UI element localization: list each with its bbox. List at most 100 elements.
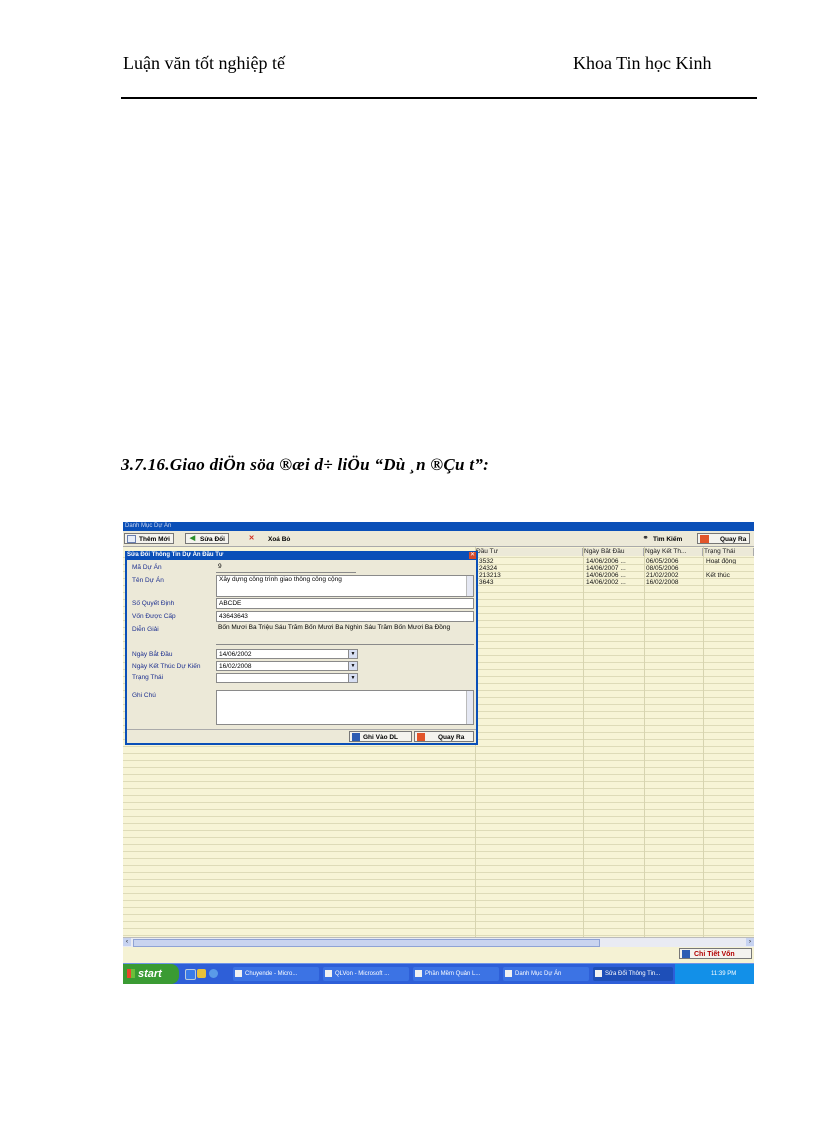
toolbar: Thêm Mới ◀ Sửa Đổi ✕ Xoá Bỏ ⚭ Tìm Kiếm Q… <box>123 531 754 547</box>
section-caption: 3.7.16.Giao diÖn söa ®æi d÷ liÖu “Dù ¸n … <box>121 455 490 474</box>
task-label: Phần Mềm Quản L... <box>425 971 481 977</box>
field-ten-du-an[interactable]: Xây dựng công trình giao thông công cộng <box>216 575 474 597</box>
taskbar: start Chuyende - Micro... QLVon - Micros… <box>123 963 754 984</box>
field-ngay-ket-thuc[interactable]: 16/02/2008 ▼ <box>216 661 358 671</box>
grid-line <box>123 809 754 810</box>
task-label: Danh Mục Dự Án <box>515 971 562 977</box>
grid-line <box>123 907 754 908</box>
edit-button[interactable]: ◀ Sửa Đổi <box>185 533 229 544</box>
word-icon <box>235 970 242 977</box>
ie-icon[interactable] <box>185 969 196 980</box>
grid-line <box>123 928 754 929</box>
header-left: Luận văn tốt nghiệp tế <box>123 53 285 73</box>
grid-line <box>123 802 754 803</box>
field-trang-thai[interactable]: ▼ <box>216 673 358 683</box>
start-label: start <box>138 968 162 980</box>
edit-dialog: Sửa Đổi Thông Tin Dự Án Đầu Tư ✕ Mã Dự Á… <box>125 551 478 745</box>
grid-line <box>123 788 754 789</box>
exit-icon <box>417 733 425 741</box>
system-tray: 11:39 PM <box>675 964 754 984</box>
grid-line <box>123 872 754 873</box>
grid-line <box>123 858 754 859</box>
divider <box>127 729 476 730</box>
grid-line <box>123 823 754 824</box>
edit-label: Sửa Đổi <box>200 536 225 543</box>
scroll-right-icon[interactable]: › <box>746 938 754 946</box>
chevron-down-icon[interactable]: ▼ <box>348 650 357 658</box>
scroll-thumb[interactable] <box>133 939 600 947</box>
dialog-title: Sửa Đổi Thông Tin Dự Án Đầu Tư <box>125 551 478 560</box>
field-ngay-ket-thuc-text: 16/02/2008 <box>219 663 252 670</box>
edit-icon: ◀ <box>189 535 196 542</box>
folder-icon[interactable] <box>197 969 206 978</box>
label-ma-du-an: Mã Dự Án <box>132 564 162 571</box>
vertical-scrollbar[interactable] <box>466 691 473 724</box>
column-header-dau-tu[interactable]: Đầu Tư <box>475 548 583 556</box>
horizontal-scrollbar[interactable]: ‹ › <box>123 937 754 947</box>
back-button[interactable]: Quay Ra <box>697 533 751 544</box>
grid-line <box>123 795 754 796</box>
grid-line <box>123 837 754 838</box>
delete-button[interactable]: ✕ Xoá Bỏ <box>244 533 294 544</box>
field-ghi-chu[interactable] <box>216 690 474 725</box>
search-button[interactable]: ⚭ Tìm Kiếm <box>638 533 686 544</box>
field-von-duoc-cap[interactable]: 43643643 <box>216 611 474 622</box>
close-icon[interactable]: ✕ <box>469 552 476 559</box>
media-icon[interactable] <box>209 969 218 978</box>
field-ngay-bat-dau[interactable]: 14/06/2002 ▼ <box>216 649 358 659</box>
grid-line <box>123 760 754 761</box>
task-danh-muc[interactable]: Danh Mục Dự Án <box>503 967 589 981</box>
field-ngay-bat-dau-text: 14/06/2002 <box>219 651 252 658</box>
detail-capital-button[interactable]: Chi Tiết Vốn <box>679 948 752 959</box>
field-ma-du-an[interactable]: 9 <box>216 562 356 573</box>
search-label: Tìm Kiếm <box>653 536 683 543</box>
chevron-down-icon[interactable]: ▼ <box>348 674 357 682</box>
save-button[interactable]: Ghi Vào DL <box>349 731 412 742</box>
task-chuyende[interactable]: Chuyende - Micro... <box>233 967 319 981</box>
label-ngay-ket-thuc: Ngày Kết Thúc Dự Kiến <box>132 663 201 670</box>
grid-line <box>123 935 754 936</box>
column-header-ngay-ket-thuc[interactable]: Ngày Kết Th... <box>644 548 703 556</box>
scroll-left-icon[interactable]: ‹ <box>123 938 131 946</box>
windows-flag-icon <box>127 969 135 978</box>
label-ten-du-an: Tên Dự Án <box>132 577 164 584</box>
chevron-down-icon[interactable]: ▼ <box>348 662 357 670</box>
label-trang-thai: Trạng Thái <box>132 674 164 681</box>
grid-line <box>123 844 754 845</box>
exit-icon <box>700 535 709 543</box>
grid-line <box>123 921 754 922</box>
dialog-back-button[interactable]: Quay Ra <box>414 731 474 742</box>
header-right: Khoa Tin học Kinh <box>573 53 712 73</box>
form-icon <box>415 970 422 977</box>
grid-line <box>123 746 754 747</box>
column-separator <box>583 547 584 942</box>
delete-icon: ✕ <box>248 535 255 542</box>
field-dien-giai[interactable]: Bốn Mươi Ba Triệu Sáu Trăm Bốn Mươi Ba N… <box>216 624 474 645</box>
label-von-duoc-cap: Vốn Được Cấp <box>132 613 176 620</box>
column-header-ngay-bat-dau[interactable]: Ngày Bắt Đầu <box>583 548 644 556</box>
vertical-scrollbar[interactable] <box>466 576 473 596</box>
field-so-quyet-dinh[interactable]: ABCDE <box>216 598 474 609</box>
grid-line <box>123 816 754 817</box>
grid-line <box>123 781 754 782</box>
start-button[interactable]: start <box>123 964 179 984</box>
app-screenshot: Danh Mục Dự Án Thêm Mới ◀ Sửa Đổi ✕ Xoá … <box>123 522 754 984</box>
grid-line <box>123 774 754 775</box>
add-button[interactable]: Thêm Mới <box>124 533 174 544</box>
column-header-trang-thai[interactable]: Trạng Thái <box>703 548 754 556</box>
label-so-quyet-dinh: Số Quyết Định <box>132 600 175 607</box>
column-separator <box>703 547 704 942</box>
door-icon <box>682 950 690 958</box>
grid-line <box>123 893 754 894</box>
grid-line <box>123 851 754 852</box>
form-icon <box>505 970 512 977</box>
detail-capital-label: Chi Tiết Vốn <box>694 951 735 958</box>
dialog-back-label: Quay Ra <box>438 734 465 741</box>
task-phan-mem[interactable]: Phần Mềm Quản L... <box>413 967 499 981</box>
label-dien-giai: Diễn Giải <box>132 626 159 633</box>
task-sua-doi[interactable]: Sửa Đổi Thông Tin... <box>593 967 673 981</box>
task-label: Chuyende - Micro... <box>245 971 298 977</box>
delete-label: Xoá Bỏ <box>268 536 291 543</box>
dialog-body: Mã Dự Án 9 Tên Dự Án Xây dựng công trình… <box>127 560 476 743</box>
task-qlvon[interactable]: QLVon - Microsoft ... <box>323 967 409 981</box>
